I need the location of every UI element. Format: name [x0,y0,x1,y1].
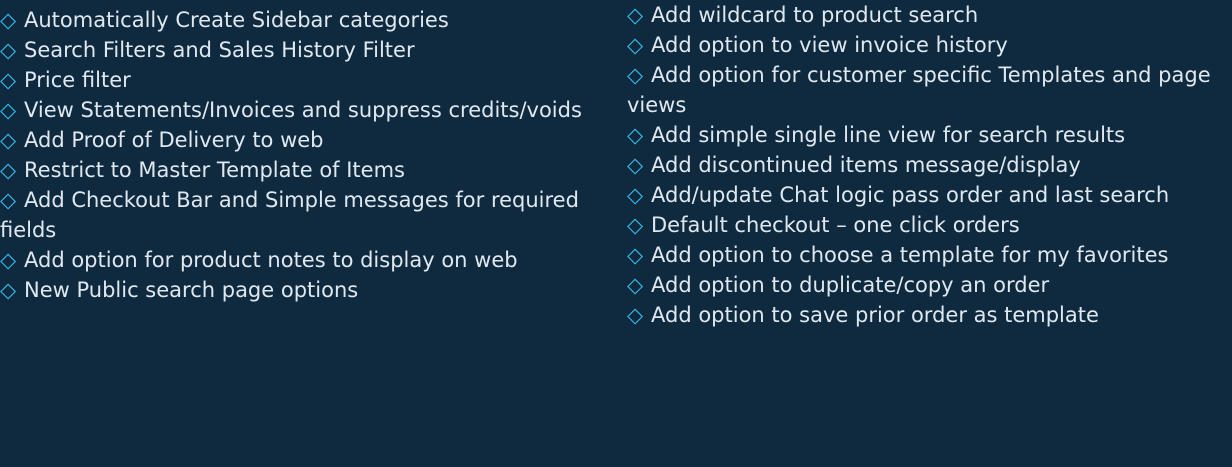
list-item: ◇ Search Filters and Sales History Filter [0,35,600,65]
diamond-bullet-icon: ◇ [0,8,17,32]
list-item-text: Add option to choose a template for my f… [651,243,1169,267]
list-item: ◇ New Public search page options [0,275,600,305]
list-item: ◇ Add wildcard to product search [627,0,1232,30]
list-item-text: Add option for customer specific Templat… [627,63,1211,117]
list-item-text: Add option to save prior order as templa… [651,303,1099,327]
list-item-text: Default checkout – one click orders [651,213,1020,237]
list-item: ◇ Add option to choose a template for my … [627,240,1232,270]
list-item: ◇ View Statements/Invoices and suppress c… [0,95,600,125]
list-item-text: Automatically Create Sidebar categories [24,8,449,32]
list-item: ◇ Add option to view invoice history [627,30,1232,60]
right-feature-list: ◇ Add wildcard to product search ◇ Add opt… [627,0,1232,330]
diamond-bullet-icon: ◇ [627,3,644,27]
diamond-bullet-icon: ◇ [627,63,644,87]
list-item-text: View Statements/Invoices and suppress cr… [24,98,582,122]
list-item: ◇ Price filter [0,65,600,95]
diamond-bullet-icon: ◇ [0,68,17,92]
diamond-bullet-icon: ◇ [0,128,17,152]
diamond-bullet-icon: ◇ [627,303,644,327]
list-item: ◇ Default checkout – one click orders [627,210,1232,240]
list-item-text: New Public search page options [24,278,359,302]
list-item-text: Add option to duplicate/copy an order [651,273,1050,297]
diamond-bullet-icon: ◇ [0,158,17,182]
diamond-bullet-icon: ◇ [0,98,17,122]
list-item-text: Search Filters and Sales History Filter [24,38,415,62]
list-item-text: Add discontinued items message/display [651,153,1081,177]
list-item: ◇ Add option to save prior order as templ… [627,300,1232,330]
diamond-bullet-icon: ◇ [627,123,644,147]
diamond-bullet-icon: ◇ [627,213,644,237]
diamond-bullet-icon: ◇ [0,278,17,302]
list-item: ◇ Add option to duplicate/copy an order [627,270,1232,300]
list-item-text: Add/update Chat logic pass order and las… [651,183,1170,207]
diamond-bullet-icon: ◇ [627,33,644,57]
diamond-bullet-icon: ◇ [627,153,644,177]
list-item-text: Add wildcard to product search [651,3,979,27]
list-item: ◇ Add option for customer specific Templa… [627,60,1232,120]
list-item-text: Add Proof of Delivery to web [24,128,324,152]
list-item: ◇ Automatically Create Sidebar categories [0,5,600,35]
list-item: ◇ Add discontinued items message/display [627,150,1232,180]
list-item: ◇ Add/update Chat logic pass order and la… [627,180,1232,210]
list-item: ◇ Restrict to Master Template of Items [0,155,600,185]
diamond-bullet-icon: ◇ [0,248,17,272]
list-item: ◇ Add Proof of Delivery to web [0,125,600,155]
diamond-bullet-icon: ◇ [0,188,17,212]
diamond-bullet-icon: ◇ [627,183,644,207]
list-item: ◇ Add option for product notes to display… [0,245,600,275]
diamond-bullet-icon: ◇ [627,273,644,297]
left-feature-list: ◇ Automatically Create Sidebar categories… [0,5,600,305]
list-item-text: Add simple single line view for search r… [651,123,1126,147]
list-item-text: Restrict to Master Template of Items [24,158,405,182]
feature-list-slide: ◇ Automatically Create Sidebar categories… [0,0,1232,467]
list-item-text: Add option to view invoice history [651,33,1008,57]
list-item-text: Add Checkout Bar and Simple messages for… [0,188,579,242]
list-item-text: Price filter [24,68,131,92]
list-item: ◇ Add simple single line view for search … [627,120,1232,150]
diamond-bullet-icon: ◇ [627,243,644,267]
list-item-text: Add option for product notes to display … [24,248,518,272]
list-item: ◇ Add Checkout Bar and Simple messages fo… [0,185,600,245]
diamond-bullet-icon: ◇ [0,38,17,62]
